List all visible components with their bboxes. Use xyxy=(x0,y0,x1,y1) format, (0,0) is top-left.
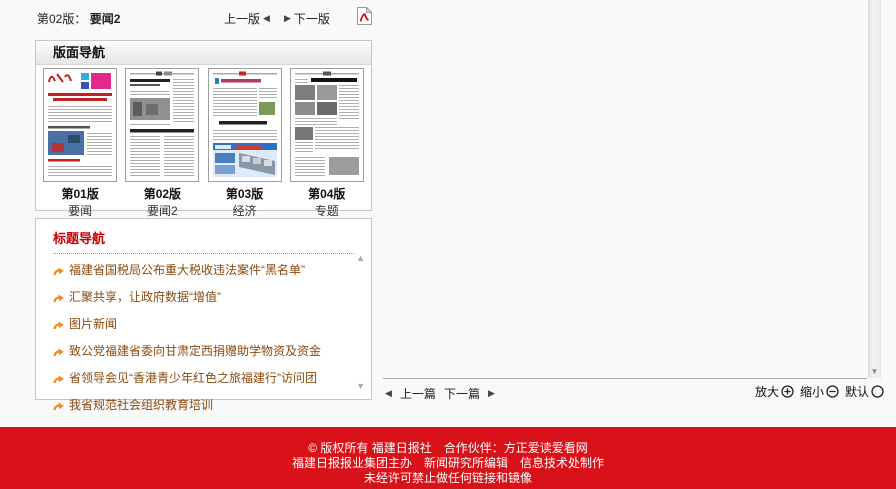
newspaper-page-image-2[interactable] xyxy=(125,68,199,182)
article-list: 福建省国税局公布重大税收违法案件“黑名单” 汇聚共享，让政府数据“增值” 图片新… xyxy=(53,260,357,422)
zoom-in-icon xyxy=(781,385,794,398)
page-thumbnail-name[interactable]: 要闻 xyxy=(42,202,118,219)
article-link[interactable]: 省领导会见“香港青少年红色之旅福建行”访问团 xyxy=(69,372,317,385)
zoom-in-button[interactable]: 放大 xyxy=(755,383,794,400)
article-navigation: ◀ 上一篇 下一篇 ▶ xyxy=(385,385,495,402)
article-list-item: 汇聚共享，让政府数据“增值” xyxy=(53,287,357,314)
orange-arrow-bullet-icon xyxy=(53,319,64,337)
next-article-arrow-icon: ▶ xyxy=(488,389,495,398)
reset-zoom-icon xyxy=(871,385,884,398)
zoom-out-icon xyxy=(826,385,839,398)
next-article-button[interactable]: 下一篇 xyxy=(444,385,480,402)
zoom-out-button[interactable]: 缩小 xyxy=(800,383,839,400)
orange-arrow-bullet-icon xyxy=(53,292,64,310)
title-nav-panel: 标题导航 福建省国税局公布重大税收违法案件“黑名单” 汇聚共享，让政府数据“增值… xyxy=(35,218,372,400)
article-list-item: 省领导会见“香港青少年红色之旅福建行”访问团 xyxy=(53,368,357,395)
main-scrollbar[interactable]: ▼ xyxy=(868,0,881,378)
right-arrow-icon: ▶ xyxy=(284,14,291,23)
page-thumbnail-name[interactable]: 专题 xyxy=(289,202,365,219)
page-thumbnail-number[interactable]: 第02版 xyxy=(124,185,200,202)
article-list-item: 致公党福建省委向甘肃定西捐赠助学物资及资金 xyxy=(53,341,357,368)
page-navigation: 上一版 ◀ ▶ 下一版 xyxy=(224,10,330,27)
list-scroll-up-icon[interactable]: ▲ xyxy=(356,253,365,263)
layout-nav-title: 版面导航 xyxy=(36,41,371,65)
prev-page-label: 上一版 xyxy=(224,10,260,27)
page-thumbnail-number[interactable]: 第04版 xyxy=(289,185,365,202)
next-page-label: 下一版 xyxy=(294,10,330,27)
current-page-info: 第02版： 要闻2 xyxy=(37,10,120,27)
page-number-label: 第02版： xyxy=(37,12,86,26)
orange-arrow-bullet-icon xyxy=(53,265,64,283)
article-list-item: 图片新闻 xyxy=(53,314,357,341)
copyright-footer: © 版权所有 福建日报社 合作伙伴：方正爱读爱看网 福建日报报业集团主办 新闻研… xyxy=(0,427,896,489)
pdf-download-button[interactable] xyxy=(357,7,372,30)
orange-arrow-bullet-icon xyxy=(53,373,64,391)
newspaper-page-image-3[interactable] xyxy=(208,68,282,182)
page-thumbnail-1[interactable]: 第01版 要闻 xyxy=(42,68,118,219)
epaper-reader: 第02版： 要闻2 上一版 ◀ ▶ 下一版 ▼ xyxy=(0,0,896,489)
page-thumbnail-4[interactable]: 第04版 专题 xyxy=(289,68,365,219)
orange-arrow-bullet-icon xyxy=(53,400,64,418)
left-arrow-icon: ◀ xyxy=(263,14,270,23)
zoom-out-label: 缩小 xyxy=(800,383,824,400)
article-list-item: 福建省国税局公布重大税收违法案件“黑名单” xyxy=(53,260,357,287)
page-thumbnail-number[interactable]: 第01版 xyxy=(42,185,118,202)
prev-article-arrow-icon: ◀ xyxy=(385,389,392,398)
reset-zoom-button[interactable]: 默认 xyxy=(845,383,884,400)
page-thumbnail-number[interactable]: 第03版 xyxy=(207,185,283,202)
layout-nav-panel: 版面导航 xyxy=(35,40,372,211)
next-page-button[interactable]: ▶ 下一版 xyxy=(284,10,330,27)
article-link[interactable]: 汇聚共享，让政府数据“增值” xyxy=(69,291,221,304)
footer-line-2: 福建日报报业集团主办 新闻研究所编辑 信息技术处制作 xyxy=(0,456,896,471)
zoom-controls: 放大 缩小 默认 xyxy=(755,383,884,400)
article-link[interactable]: 致公党福建省委向甘肃定西捐赠助学物资及资金 xyxy=(69,345,321,358)
newspaper-page-image-4[interactable] xyxy=(290,68,364,182)
page-thumbnail-2[interactable]: 第02版 要闻2 xyxy=(124,68,200,219)
prev-page-button[interactable]: 上一版 ◀ xyxy=(224,10,270,27)
article-list-item: 我省规范社会组织教育培训 xyxy=(53,395,357,422)
list-scroll-down-icon[interactable]: ▼ xyxy=(356,381,365,391)
footer-line-3: 未经许可禁止做任何链接和镜像 xyxy=(0,471,896,486)
reading-area-divider xyxy=(383,378,867,379)
article-link[interactable]: 图片新闻 xyxy=(69,318,117,331)
newspaper-page-image-1[interactable] xyxy=(43,68,117,182)
page-title-label: 要闻2 xyxy=(90,12,121,26)
pdf-icon xyxy=(357,12,372,29)
scroll-down-icon[interactable]: ▼ xyxy=(869,367,880,376)
prev-article-button[interactable]: 上一篇 xyxy=(400,385,436,402)
orange-arrow-bullet-icon xyxy=(53,346,64,364)
article-link[interactable]: 我省规范社会组织教育培训 xyxy=(69,399,213,412)
page-thumbnail-3[interactable]: 第03版 经济 xyxy=(207,68,283,219)
page-thumbnails: 第01版 要闻 xyxy=(36,65,371,219)
article-link[interactable]: 福建省国税局公布重大税收违法案件“黑名单” xyxy=(69,264,305,277)
page-thumbnail-name[interactable]: 要闻2 xyxy=(124,202,200,219)
page-thumbnail-name[interactable]: 经济 xyxy=(207,202,283,219)
top-bar: 第02版： 要闻2 上一版 ◀ ▶ 下一版 xyxy=(0,0,896,32)
zoom-in-label: 放大 xyxy=(755,383,779,400)
footer-line-1: © 版权所有 福建日报社 合作伙伴：方正爱读爱看网 xyxy=(0,441,896,456)
title-nav-title: 标题导航 xyxy=(53,228,354,254)
reset-zoom-label: 默认 xyxy=(845,383,869,400)
